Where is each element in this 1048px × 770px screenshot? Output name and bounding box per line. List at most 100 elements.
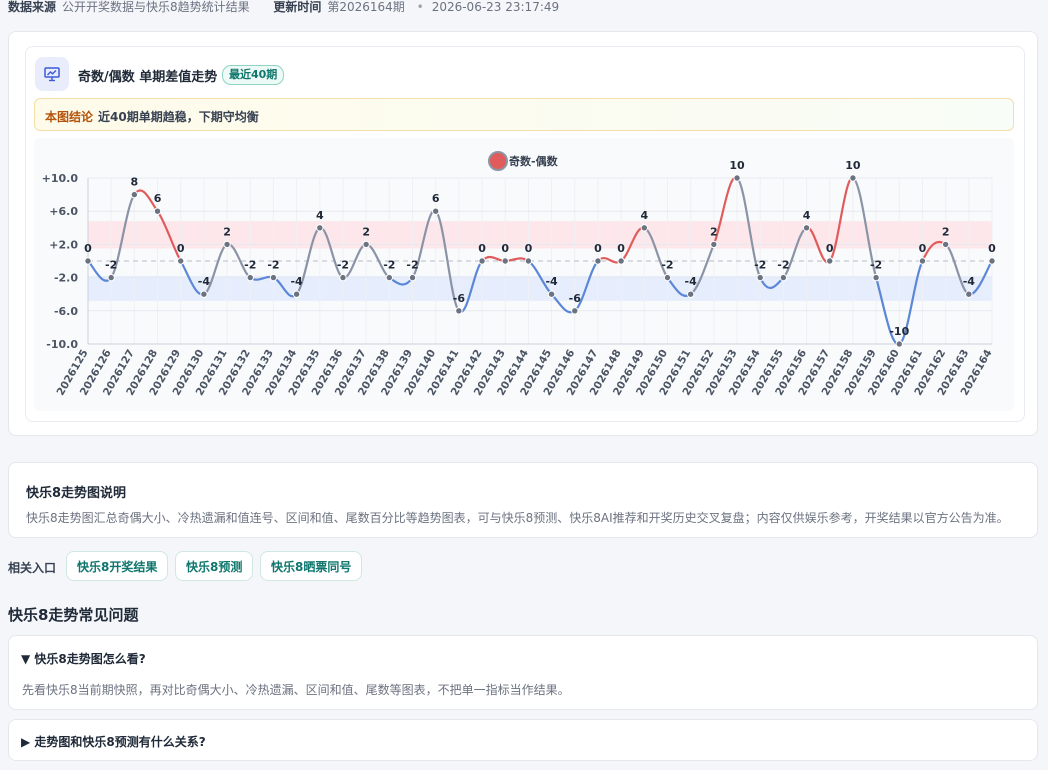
data-label: 0 — [617, 242, 625, 255]
presentation-chart-icon — [35, 57, 69, 91]
link-draw-results[interactable]: 快乐8开奖结果 — [66, 551, 169, 581]
data-point — [965, 290, 973, 298]
data-point — [478, 257, 486, 265]
data-point — [269, 273, 278, 282]
data-label: -2 — [105, 259, 117, 272]
data-label: -10 — [889, 325, 909, 338]
data-label: -2 — [244, 259, 256, 272]
data-label: 0 — [501, 242, 509, 255]
data-label: 2 — [710, 225, 718, 238]
data-point — [640, 224, 649, 232]
data-point — [895, 340, 903, 348]
caret-down-icon: ▼ — [21, 652, 31, 666]
data-label: -6 — [453, 292, 466, 305]
y-tick-label: -10.0 — [46, 338, 78, 351]
data-label: -6 — [569, 292, 582, 305]
chart-conclusion: 本图结论 近40期单期趋稳，下期守均衡 — [34, 98, 1014, 131]
description-text: 快乐8走势图汇总奇偶大小、冷热遗漏和值连号、区间和值、尾数百分比等趋势图表，可与… — [26, 511, 1009, 525]
data-label: -2 — [383, 259, 395, 272]
data-point — [84, 257, 92, 265]
data-point — [756, 273, 764, 282]
faq-answer-1: 先看快乐8当前期快照，再对比奇偶大小、冷热遗漏、区间和值、尾数等图表，不把单一指… — [22, 683, 570, 697]
data-label: 6 — [432, 192, 440, 205]
data-label: 2 — [942, 225, 950, 238]
data-label: 2 — [223, 225, 231, 238]
data-label: -4 — [290, 275, 303, 288]
data-point — [246, 273, 254, 282]
data-point — [316, 224, 324, 232]
y-tick-label: +6.0 — [49, 205, 78, 218]
faq-question-text: 走势图和快乐8预测有什么关系? — [34, 735, 206, 749]
faq-question-1[interactable]: ▼ 快乐8走势图怎么看? — [21, 650, 146, 667]
data-point — [107, 273, 115, 282]
data-label: 4 — [316, 209, 324, 222]
data-label: 0 — [525, 242, 533, 255]
faq-question-text: 快乐8走势图怎么看? — [34, 652, 146, 666]
link-shared-tickets[interactable]: 快乐8晒票同号 — [260, 551, 363, 581]
data-label: 2 — [362, 225, 370, 238]
data-label: 0 — [826, 242, 834, 255]
data-label: 0 — [594, 242, 602, 255]
data-point — [455, 307, 463, 315]
data-label: 0 — [84, 242, 92, 255]
update-label: 更新时间 — [273, 0, 322, 14]
data-point — [524, 257, 533, 265]
conclusion-text: 近40期单期趋稳，下期守均衡 — [98, 110, 259, 124]
odd-even-difference-chart: +10.0+6.0+2.0-2.0-6.0-10.020261252026126… — [42, 151, 996, 398]
legend: 奇数-偶数 — [488, 151, 559, 171]
period-badge: 最近40期 — [222, 65, 285, 85]
data-point — [849, 174, 857, 182]
data-point — [988, 257, 996, 265]
data-label: 0 — [919, 242, 927, 255]
data-point — [617, 257, 625, 265]
data-label: -2 — [337, 259, 349, 272]
data-label: 0 — [177, 242, 185, 255]
data-point — [431, 207, 440, 215]
source-value: 公开开奖数据与快乐8趋势统计结果 — [62, 0, 250, 14]
data-label: 10 — [845, 159, 861, 172]
data-point — [130, 190, 139, 199]
data-point — [200, 290, 208, 298]
data-label: -2 — [661, 259, 673, 272]
faq-question-2[interactable]: ▶ 走势图和快乐8预测有什么关系? — [21, 733, 206, 750]
chart-title: 奇数/偶数 单期差值走势 — [78, 70, 218, 85]
data-label: 4 — [640, 209, 648, 222]
data-point — [779, 273, 788, 282]
caret-right-icon: ▶ — [21, 735, 31, 749]
link-prediction[interactable]: 快乐8预测 — [175, 551, 254, 581]
data-point — [153, 207, 162, 215]
data-label: -4 — [545, 275, 558, 288]
data-point — [408, 273, 417, 282]
data-source-bar: 数据来源 公开开奖数据与快乐8趋势统计结果 更新时间 第2026164期 • 2026… — [8, 0, 559, 14]
data-label: -4 — [198, 275, 211, 288]
data-point — [177, 257, 185, 265]
data-point — [802, 224, 811, 232]
data-label: -2 — [267, 259, 279, 272]
lower-band — [88, 275, 992, 301]
data-point — [362, 240, 370, 249]
faq-item-2: ▶ 走势图和快乐8预测有什么关系? — [8, 719, 1038, 761]
data-point — [918, 257, 927, 265]
y-tick-label: -2.0 — [54, 272, 78, 285]
y-tick-label: -6.0 — [54, 305, 78, 318]
source-label: 数据来源 — [8, 0, 57, 14]
data-label: 4 — [803, 209, 811, 222]
data-point — [223, 240, 231, 249]
data-point — [385, 273, 394, 282]
data-label: 6 — [154, 192, 162, 205]
y-tick-label: +2.0 — [49, 238, 78, 251]
conclusion-tag: 本图结论 — [45, 110, 94, 124]
data-point — [594, 257, 602, 265]
update-issue: 第2026164期 — [327, 0, 405, 14]
data-point — [501, 257, 509, 265]
data-label: 0 — [478, 242, 486, 255]
related-label: 相关入口 — [8, 561, 57, 575]
data-label: 0 — [988, 242, 996, 255]
description-title: 快乐8走势图说明 — [26, 486, 127, 501]
y-tick-label: +10.0 — [42, 172, 79, 185]
data-label: -2 — [777, 259, 789, 272]
update-time: 2026-06-23 23:17:49 — [431, 0, 560, 14]
data-point — [826, 257, 834, 265]
data-label: -4 — [685, 275, 698, 288]
faq-item-1: ▼ 快乐8走势图怎么看? 先看快乐8当前期快照，再对比奇偶大小、冷热遗漏、区间和… — [8, 635, 1038, 710]
